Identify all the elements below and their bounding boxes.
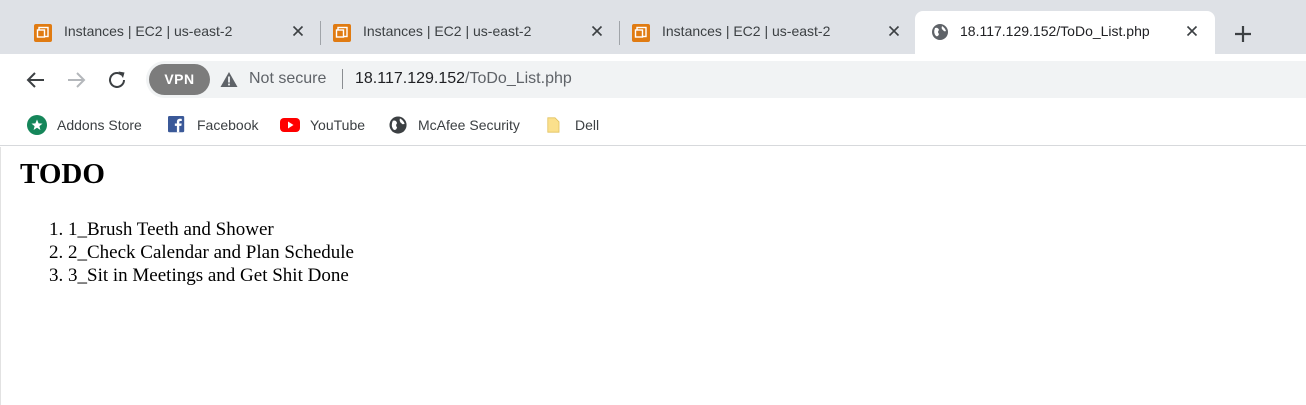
aws-ec2-icon [333, 24, 351, 42]
bookmark-facebook[interactable]: Facebook [168, 114, 258, 136]
facebook-icon [168, 116, 185, 133]
bookmark-label: YouTube [310, 117, 366, 133]
bookmark-youtube[interactable]: YouTube [280, 114, 365, 136]
tab-title: Instances | EC2 | us-east-2 [363, 23, 532, 39]
close-icon[interactable] [1184, 23, 1200, 39]
address-separator [342, 69, 343, 89]
bookmarks-bar: Addons Store Facebook YouTube McAfee Sec… [0, 105, 1306, 146]
addons-store-icon [27, 115, 47, 135]
tab-title: 18.117.129.152/ToDo_List.php [960, 23, 1150, 39]
bookmark-label: Facebook [197, 117, 259, 133]
new-tab-plus-icon[interactable] [1230, 21, 1256, 47]
tab-strip: Instances | EC2 | us-east-2 Instances | … [0, 0, 1306, 54]
page-title: TODO [20, 158, 105, 190]
warning-triangle-icon[interactable] [220, 71, 238, 88]
tab-ec2-3[interactable]: Instances | EC2 | us-east-2 [598, 11, 918, 54]
aws-ec2-icon [632, 24, 650, 42]
page-content: TODO 1. 1_Brush Teeth and Shower 2. 2_Ch… [0, 147, 1306, 405]
tab-title: Instances | EC2 | us-east-2 [64, 23, 233, 39]
bookmark-label: Dell [575, 117, 600, 133]
bookmark-label: Addons Store [57, 117, 142, 133]
youtube-icon [280, 118, 300, 132]
bookmark-folder-dell[interactable]: Dell [547, 114, 599, 136]
bookmark-label: McAfee Security [418, 117, 520, 133]
vpn-label: VPN [164, 71, 195, 87]
todo-item: 2. 2_Check Calendar and Plan Schedule [49, 242, 354, 263]
tab-todo-list[interactable]: 18.117.129.152/ToDo_List.php [915, 11, 1215, 54]
bookmark-mcafee-security[interactable]: McAfee Security [389, 114, 520, 136]
folder-icon [547, 117, 560, 133]
forward-arrow-icon[interactable] [64, 68, 88, 92]
url-host: 18.117.129.152 [355, 70, 466, 87]
url-path: /ToDo_List.php [465, 70, 572, 87]
url-text[interactable]: 18.117.129.152/ToDo_List.php [355, 70, 572, 88]
bookmark-addons-store[interactable]: Addons Store [27, 114, 142, 136]
aws-ec2-icon [34, 24, 52, 42]
tab-ec2-1[interactable]: Instances | EC2 | us-east-2 [0, 11, 321, 54]
reload-icon[interactable] [105, 68, 129, 92]
address-bar[interactable]: VPN Not secure 18.117.129.152/ToDo_List.… [146, 61, 1306, 98]
todo-item: 3. 3_Sit in Meetings and Get Shit Done [49, 265, 349, 286]
mcafee-globe-icon [389, 115, 407, 134]
tab-title: Instances | EC2 | us-east-2 [662, 23, 831, 39]
close-icon[interactable] [886, 23, 902, 39]
vpn-button[interactable]: VPN [149, 64, 210, 95]
tab-ec2-2[interactable]: Instances | EC2 | us-east-2 [299, 11, 620, 54]
globe-icon [932, 24, 948, 40]
browser-toolbar: VPN Not secure 18.117.129.152/ToDo_List.… [0, 54, 1306, 105]
todo-list: 1. 1_Brush Teeth and Shower 2. 2_Check C… [49, 218, 354, 287]
back-arrow-icon[interactable] [24, 68, 48, 92]
security-status-label[interactable]: Not secure [249, 70, 326, 88]
todo-item: 1. 1_Brush Teeth and Shower [49, 219, 274, 240]
